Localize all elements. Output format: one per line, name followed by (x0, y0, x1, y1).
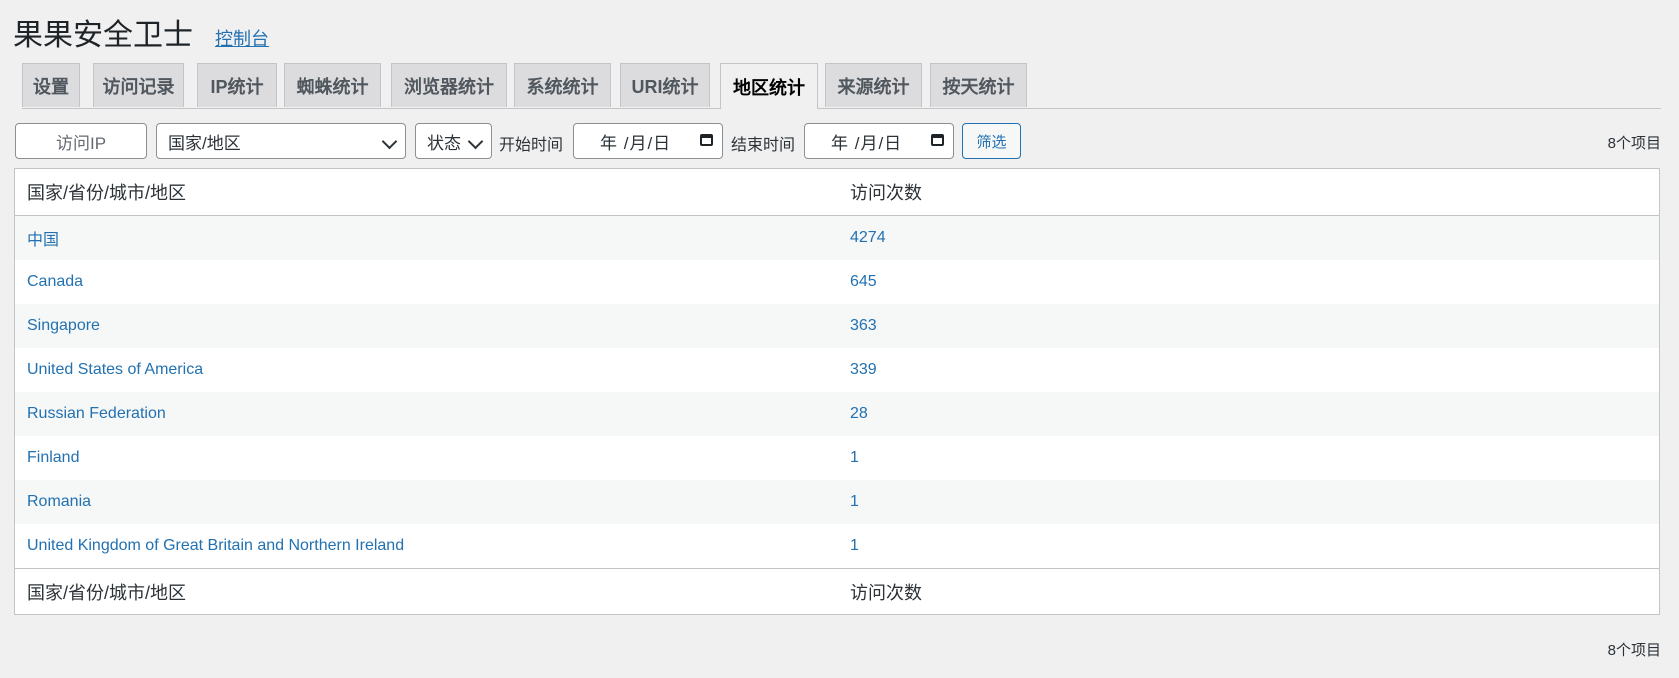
table-header: 国家/省份/城市/地区 访问次数 (15, 169, 1659, 216)
tab-spider-stats[interactable]: 蜘蛛统计 (284, 63, 381, 107)
region-select-value: 国家/地区 (168, 133, 241, 153)
region-link[interactable]: Russian Federation (27, 405, 166, 423)
table-row: United Kingdom of Great Britain and Nort… (15, 524, 1659, 568)
region-link[interactable]: 中国 (27, 226, 59, 250)
item-count-bottom: 8个项目 (1607, 642, 1661, 659)
visit-count-link[interactable]: 1 (850, 449, 859, 467)
start-date-value: 年 /月/日 (600, 133, 672, 153)
table-footer: 国家/省份/城市/地区 访问次数 (15, 568, 1659, 614)
table-row: Canada 645 (15, 260, 1659, 304)
region-link[interactable]: United States of America (27, 361, 203, 379)
end-date-input[interactable]: 年 /月/日 (804, 123, 954, 159)
table-row: United States of America 339 (15, 348, 1659, 392)
tab-settings[interactable]: 设置 (22, 63, 80, 107)
start-date-label: 开始时间 (499, 137, 564, 154)
item-count: 8个项目 (1607, 135, 1661, 152)
end-date-label: 结束时间 (731, 137, 796, 154)
visit-count-link[interactable]: 1 (850, 537, 859, 555)
tab-browser-stats[interactable]: 浏览器统计 (391, 63, 507, 107)
visit-count-link[interactable]: 28 (850, 405, 868, 423)
region-link[interactable]: Canada (27, 273, 83, 291)
tab-access-log[interactable]: 访问记录 (93, 63, 184, 107)
visit-count-link[interactable]: 363 (850, 317, 877, 335)
region-link[interactable]: Finland (27, 449, 79, 467)
console-link[interactable]: 控制台 (215, 25, 269, 51)
table-row: Finland 1 (15, 436, 1659, 480)
visit-count-link[interactable]: 339 (850, 361, 877, 379)
visit-count-link[interactable]: 1 (850, 493, 859, 511)
table-row: 中国 4274 (15, 216, 1659, 260)
chevron-down-icon (381, 133, 398, 150)
table-row: Singapore 363 (15, 304, 1659, 348)
region-select[interactable]: 国家/地区 (156, 123, 406, 159)
calendar-icon[interactable] (700, 134, 713, 146)
end-date-value: 年 /月/日 (831, 133, 903, 153)
calendar-icon[interactable] (931, 134, 944, 146)
column-header-region[interactable]: 国家/省份/城市/地区 (27, 179, 186, 205)
page-header: 果果安全卫士 控制台 (13, 10, 269, 54)
chevron-down-icon (467, 133, 484, 150)
start-date-input[interactable]: 年 /月/日 (573, 123, 723, 159)
ip-search-input[interactable]: 访问IP (15, 123, 147, 159)
filter-button[interactable]: 筛选 (962, 123, 1021, 159)
region-link[interactable]: Romania (27, 493, 91, 511)
status-select-value: 状态 (427, 133, 461, 153)
column-footer-region[interactable]: 国家/省份/城市/地区 (27, 579, 186, 605)
filter-bar: 访问IP 国家/地区 状态 开始时间 年 /月/日 结束时间 年 /月/日 筛选… (15, 123, 1661, 159)
tab-bar: 设置 访问记录 IP统计 蜘蛛统计 浏览器统计 系统统计 URI统计 地区统计 … (22, 63, 1661, 109)
column-header-visits[interactable]: 访问次数 (850, 179, 922, 205)
visit-count-link[interactable]: 645 (850, 273, 877, 291)
tab-uri-stats[interactable]: URI统计 (620, 63, 710, 107)
tab-system-stats[interactable]: 系统统计 (514, 63, 611, 107)
table-row: Romania 1 (15, 480, 1659, 524)
tab-ip-stats[interactable]: IP统计 (197, 63, 277, 107)
visit-count-link[interactable]: 4274 (850, 229, 886, 247)
column-footer-visits[interactable]: 访问次数 (850, 579, 922, 605)
status-select[interactable]: 状态 (415, 123, 492, 159)
tab-region-stats[interactable]: 地区统计 (720, 63, 818, 109)
page-title: 果果安全卫士 (13, 19, 193, 52)
table-row: Russian Federation 28 (15, 392, 1659, 436)
region-stats-table: 国家/省份/城市/地区 访问次数 中国 4274 Canada 645 Sing… (14, 168, 1660, 615)
tab-referrer-stats[interactable]: 来源统计 (825, 63, 922, 107)
tab-daily-stats[interactable]: 按天统计 (930, 63, 1027, 107)
region-link[interactable]: Singapore (27, 317, 100, 335)
region-link[interactable]: United Kingdom of Great Britain and Nort… (27, 537, 404, 555)
